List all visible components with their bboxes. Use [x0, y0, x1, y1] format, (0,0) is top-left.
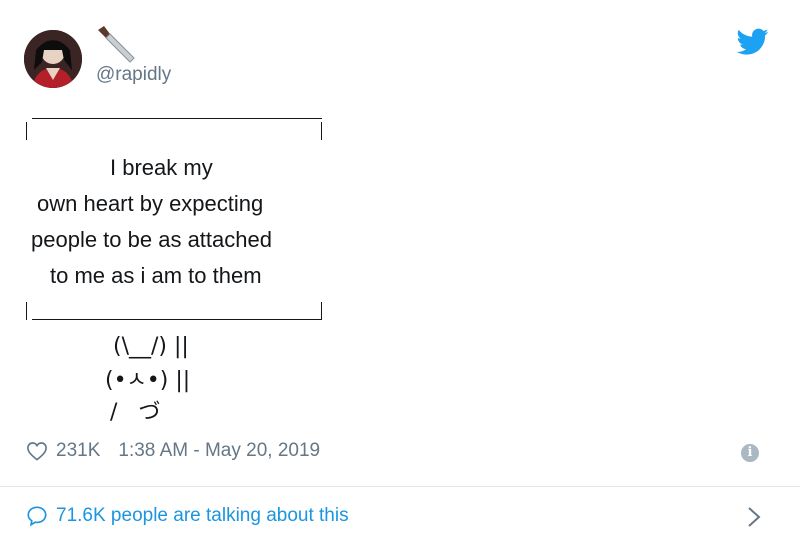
bunny-ears-line: (\__/) || — [113, 334, 189, 359]
divider — [0, 486, 800, 487]
sign-bottom-right-post — [321, 302, 322, 320]
sign-bottom-left-post — [26, 302, 27, 320]
tweet-timestamp[interactable]: 1:38 AM - May 20, 2019 — [118, 440, 320, 462]
tweet-text-line: people to be as attached — [31, 227, 272, 252]
sign-top-border — [32, 118, 322, 119]
tweet-text-line: I break my — [110, 155, 213, 180]
tweet-text-line: own heart by expecting — [37, 191, 264, 216]
avatar[interactable] — [24, 30, 82, 88]
bunny-hands-line: / づ — [110, 400, 161, 425]
sign-bottom-border — [32, 319, 322, 320]
tweet-text-line: to me as i am to them — [50, 263, 262, 288]
tweet-meta: 231K 1:38 AM - May 20, 2019 — [26, 440, 320, 462]
comment-bubble-icon — [27, 506, 47, 527]
knife-icon — [98, 26, 135, 63]
talking-count-text[interactable]: 71.6K people are talking about this — [56, 505, 349, 527]
bunny-face-line: (•ㅅ•) || — [105, 368, 191, 393]
avatar-image — [24, 30, 82, 88]
sign-right-post — [321, 122, 322, 140]
user-handle[interactable]: @rapidly — [96, 64, 171, 86]
info-icon[interactable]: i — [741, 444, 759, 462]
like-count[interactable]: 231K — [56, 440, 100, 462]
sign-left-post — [26, 122, 27, 140]
twitter-bird-icon[interactable] — [737, 28, 769, 56]
heart-icon[interactable] — [26, 441, 48, 461]
chevron-right-icon[interactable] — [747, 506, 761, 528]
conversation-link[interactable]: 71.6K people are talking about this — [26, 505, 349, 527]
